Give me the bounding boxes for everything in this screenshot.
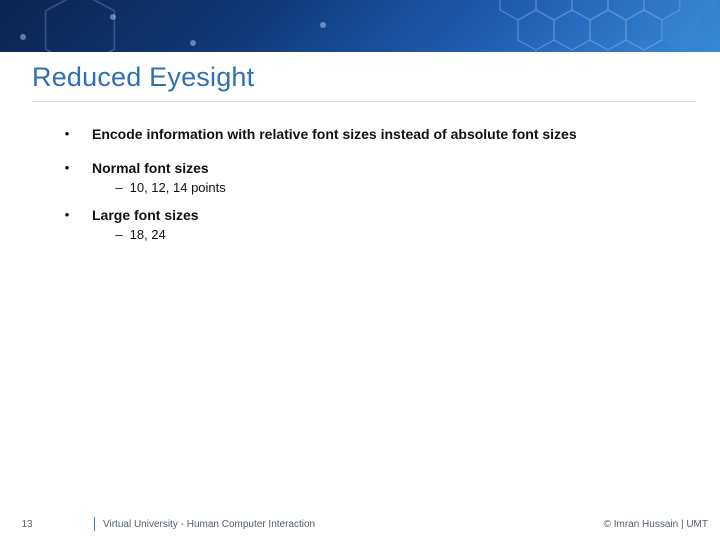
bullet-text: Large font sizes xyxy=(92,207,199,223)
title-block: Reduced Eyesight xyxy=(32,62,696,102)
slide-body: • Encode information with relative font … xyxy=(60,126,690,254)
sub-bullet: – 10, 12, 14 points xyxy=(112,180,690,195)
title-underline xyxy=(32,101,696,102)
sub-bullet-text: 18, 24 xyxy=(130,227,166,242)
bullet-text: Encode information with relative font si… xyxy=(92,126,577,142)
hex-decor-right xyxy=(470,0,720,52)
footer-course: Virtual University - Human Computer Inte… xyxy=(103,519,315,530)
slide-title: Reduced Eyesight xyxy=(32,62,696,93)
sub-bullet: – 18, 24 xyxy=(112,227,690,242)
bullet-item: • Large font sizes xyxy=(60,207,690,223)
hex-decor-left xyxy=(40,0,120,52)
bullet-item: • Normal font sizes xyxy=(60,160,690,176)
slide-footer: 13 Virtual University - Human Computer I… xyxy=(0,514,720,534)
page-number: 13 xyxy=(0,519,54,530)
bullet-marker: • xyxy=(60,126,74,141)
bullet-marker: • xyxy=(60,207,74,222)
bullet-marker: • xyxy=(60,160,74,175)
dash-marker: – xyxy=(112,180,126,195)
decorative-banner xyxy=(0,0,720,52)
sub-bullet-text: 10, 12, 14 points xyxy=(130,180,226,195)
footer-divider xyxy=(94,517,95,531)
bullet-text: Normal font sizes xyxy=(92,160,209,176)
footer-credit: © Imran Hussain | UMT xyxy=(604,519,720,530)
bullet-item: • Encode information with relative font … xyxy=(60,126,690,142)
dash-marker: – xyxy=(112,227,126,242)
